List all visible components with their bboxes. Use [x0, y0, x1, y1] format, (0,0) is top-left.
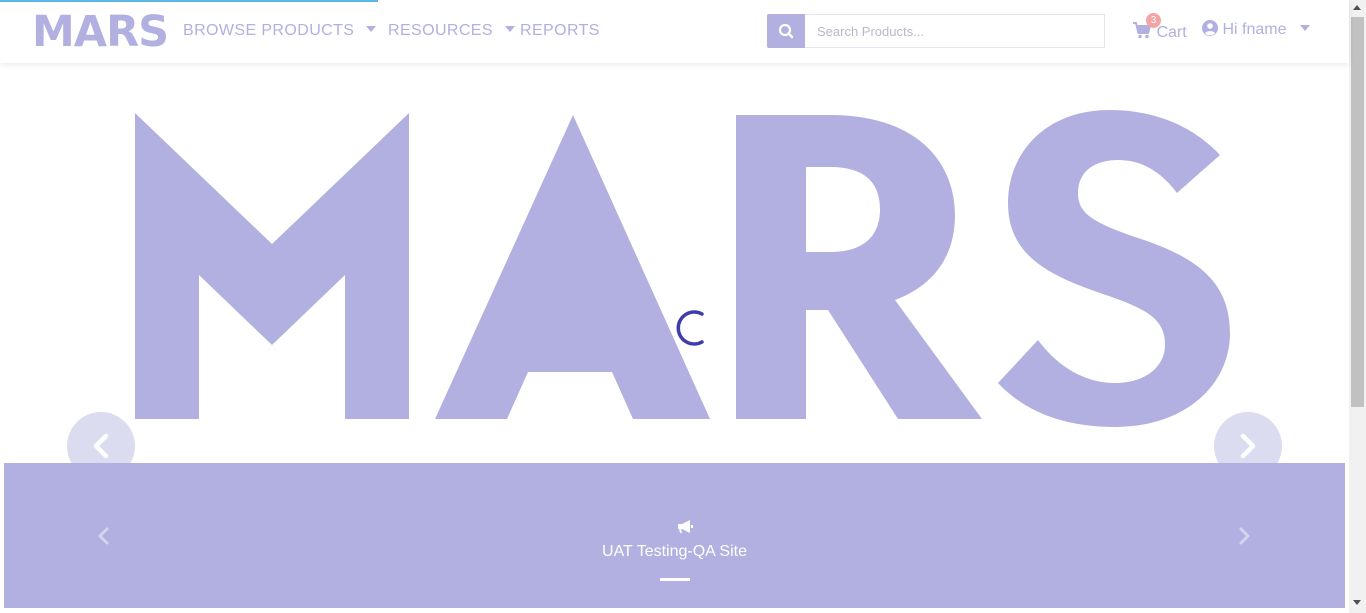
user-greeting: Hi fname	[1222, 21, 1287, 38]
scroll-up-arrow-icon[interactable]	[1353, 5, 1361, 10]
user-circle-icon	[1202, 20, 1218, 36]
loading-spinner	[676, 310, 704, 346]
chevron-right-icon	[1239, 527, 1250, 545]
cart-count-badge: 3	[1146, 13, 1161, 28]
caret-down-icon	[504, 26, 515, 32]
scrollbar-thumb[interactable]	[1351, 17, 1364, 407]
caret-down-icon	[1300, 25, 1311, 31]
cart-label: Cart	[1156, 24, 1187, 41]
nav-browse-products-label: BROWSE PRODUCTS	[183, 22, 355, 39]
nav-reports-label: REPORTS	[520, 22, 600, 39]
nav-browse-products[interactable]: BROWSE PRODUCTS	[183, 22, 377, 40]
mars-logo[interactable]: MARS	[32, 8, 169, 56]
cart-link[interactable]: 3 Cart	[1132, 13, 1187, 44]
megaphone-icon	[676, 518, 696, 541]
scroll-down-arrow-icon[interactable]	[1353, 600, 1361, 605]
nav-reports[interactable]: REPORTS	[520, 22, 600, 40]
announcement-indicator[interactable]	[660, 578, 690, 581]
announcement-banner: UAT Testing-QA Site	[4, 463, 1345, 608]
user-menu[interactable]: Hi fname	[1202, 20, 1311, 44]
announcement-text: UAT Testing-QA Site	[602, 543, 747, 560]
page-load-progress-bar	[0, 0, 378, 2]
top-navbar: MARS BROWSE PRODUCTS RESOURCES REPORTS 3…	[0, 0, 1349, 63]
search-button[interactable]	[767, 14, 805, 48]
search-input[interactable]	[805, 14, 1105, 48]
search-icon	[778, 23, 794, 39]
announcement-next-button[interactable]	[1236, 526, 1252, 551]
nav-resources-label: RESOURCES	[388, 22, 493, 39]
caret-down-icon	[366, 26, 377, 32]
nav-resources[interactable]: RESOURCES	[388, 22, 515, 40]
mars-hero-logo-image	[135, 110, 1230, 427]
page-scrollbar[interactable]	[1349, 0, 1366, 613]
